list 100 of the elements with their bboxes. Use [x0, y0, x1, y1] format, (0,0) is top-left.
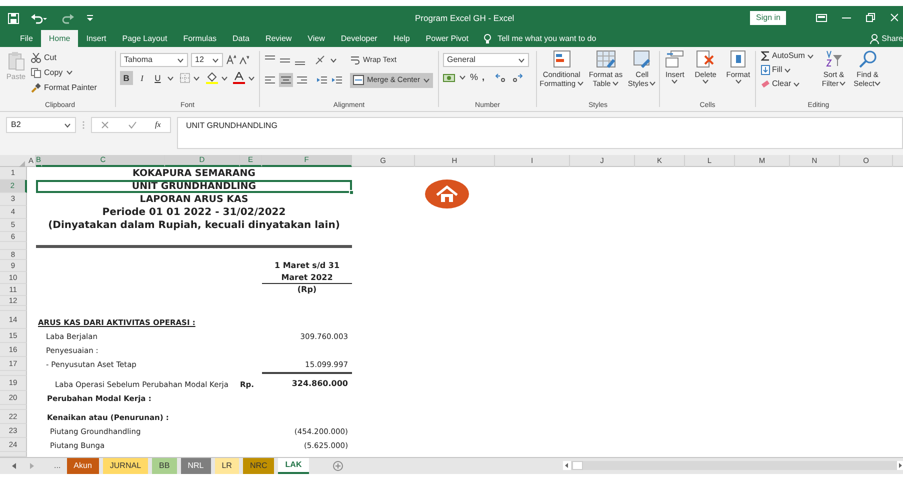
undo-icon[interactable] [31, 12, 47, 24]
clear-button[interactable]: Clear [761, 78, 814, 90]
scroll-thumb[interactable] [572, 461, 583, 470]
ribbon-tab[interactable]: Insert [78, 30, 114, 47]
number-format-field[interactable]: General [443, 53, 529, 67]
sheet-tab[interactable]: BB [152, 458, 177, 474]
comma-button[interactable]: , [482, 71, 485, 84]
caret-icon[interactable] [193, 76, 200, 80]
autosum-button[interactable]: AutoSum [761, 50, 814, 62]
caret-icon[interactable] [671, 79, 678, 84]
home-icon[interactable] [424, 179, 470, 209]
align-left-icon[interactable] [264, 75, 276, 85]
caret-icon[interactable] [734, 79, 742, 84]
caret-icon[interactable] [784, 68, 792, 72]
sheet-tab[interactable]: NRC [242, 458, 274, 474]
horizontal-scrollbar[interactable] [563, 461, 903, 470]
caret-icon[interactable] [167, 76, 174, 80]
fill-color-icon[interactable] [206, 72, 218, 84]
ribbon-tab[interactable]: View [300, 30, 333, 47]
font-name-field[interactable]: Tahoma [120, 53, 188, 67]
decrease-decimal-icon[interactable] [510, 72, 523, 83]
caret-icon[interactable] [221, 76, 228, 80]
customize-icon[interactable] [87, 14, 93, 22]
decrease-indent-icon[interactable] [316, 75, 328, 85]
borders-icon[interactable] [180, 73, 190, 83]
caret-icon[interactable] [806, 54, 814, 58]
ribbon-tab[interactable]: Home [40, 30, 78, 47]
ribbon-tab[interactable]: File [12, 30, 41, 47]
align-center-icon [280, 75, 292, 85]
tell-me-field[interactable]: Tell me what you want to do [497, 32, 596, 44]
cancel-icon[interactable] [101, 121, 110, 129]
person-icon[interactable] [870, 34, 879, 44]
caret-icon[interactable] [212, 58, 219, 62]
sign-in-button[interactable]: Sign in [750, 11, 786, 25]
sheet-tab[interactable]: Akun [66, 458, 99, 474]
title-text: Periode 01 01 2022 - 31/02/2022 [102, 208, 286, 218]
save-icon[interactable] [8, 12, 19, 24]
caret-icon[interactable] [177, 58, 184, 62]
align-center-button[interactable] [279, 73, 293, 87]
format-painter-button[interactable]: Format Painter [31, 81, 97, 94]
ribbon-tab[interactable]: Page Layout [114, 30, 176, 47]
caret-icon[interactable] [702, 79, 710, 84]
font-size-field[interactable]: 12 [191, 53, 223, 67]
caret-icon[interactable] [576, 81, 584, 86]
sheet-tab[interactable]: JURNAL [102, 458, 148, 474]
caret-icon[interactable] [330, 58, 337, 62]
fill-button[interactable]: Fill [761, 64, 814, 76]
grow-font-icon[interactable] [226, 55, 236, 65]
orientation-icon[interactable] [315, 55, 327, 65]
caret-icon[interactable] [649, 81, 656, 86]
copy-button[interactable]: Copy [31, 66, 97, 79]
ribbon-tab[interactable]: Data [224, 30, 258, 47]
caret-icon[interactable] [793, 82, 800, 86]
align-right-icon[interactable] [296, 75, 308, 85]
bold-button[interactable]: B [120, 71, 133, 85]
caret-icon[interactable] [874, 81, 882, 86]
sheet-tab[interactable]: NRL [180, 458, 211, 474]
caret-icon[interactable] [248, 76, 256, 80]
increase-indent-icon[interactable] [331, 75, 343, 85]
fill-handle[interactable] [349, 190, 354, 195]
more-sheets[interactable]: ... [54, 460, 61, 472]
caret-icon[interactable] [64, 122, 71, 128]
formula-input[interactable]: UNIT GRUNDHANDLING [177, 117, 903, 149]
ribbon-tab[interactable]: Developer [332, 30, 386, 47]
currency-icon[interactable] [443, 72, 455, 83]
caret-icon[interactable] [838, 81, 846, 86]
increase-decimal-icon[interactable] [494, 72, 507, 83]
add-sheet-icon[interactable] [332, 461, 343, 471]
cut-button[interactable]: Cut [31, 51, 97, 64]
ribbon-tab[interactable]: Review [257, 30, 300, 47]
caret-icon[interactable] [459, 75, 466, 80]
italic-button[interactable]: I [136, 71, 148, 85]
insert-function-button[interactable]: fx [155, 119, 161, 131]
share-button[interactable]: Share [882, 33, 903, 45]
name-box[interactable]: B2 [6, 117, 76, 133]
clipboard-icon [7, 51, 25, 71]
ribbon-tab[interactable]: Help [385, 30, 418, 47]
ribbon-display-icon[interactable] [816, 14, 827, 22]
delete-cells-icon [696, 50, 716, 68]
sheet-tab[interactable]: LR [214, 458, 239, 474]
caret-icon[interactable] [66, 70, 73, 75]
close-icon[interactable] [890, 13, 898, 22]
title-text: LAPORAN ARUS KAS [140, 194, 248, 204]
restore-icon[interactable] [866, 13, 875, 22]
enter-icon[interactable] [128, 121, 137, 129]
caret-icon[interactable] [612, 81, 619, 86]
insert-cells-icon [664, 50, 685, 68]
scroll-left-icon [563, 461, 571, 470]
underline-button[interactable]: U [151, 71, 164, 85]
percent-button[interactable]: % [470, 71, 478, 84]
shrink-font-icon[interactable] [239, 55, 249, 65]
sheet-tab[interactable]: LAK [278, 458, 309, 474]
scroll-left-icon[interactable] [12, 463, 16, 469]
eraser-icon [761, 79, 770, 89]
caret-icon[interactable] [518, 58, 525, 62]
ribbon-tab[interactable]: Power Pivot [418, 30, 476, 47]
font-color-icon[interactable] [233, 72, 246, 84]
lightbulb-icon[interactable] [484, 34, 492, 44]
ribbon-tab[interactable]: Formulas [175, 30, 225, 47]
caret-icon[interactable] [422, 78, 430, 82]
